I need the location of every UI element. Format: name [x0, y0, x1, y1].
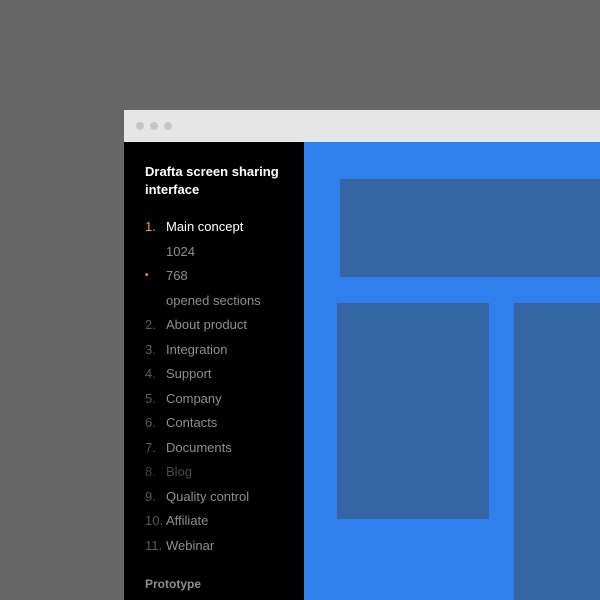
nav-item-label: Webinar [166, 537, 215, 553]
browser-window: Drafta screen sharing interface 1. Main … [124, 110, 600, 600]
nav-item-label: Quality control [166, 488, 250, 504]
nav-item-number: 1. [145, 219, 156, 234]
nav-subitem-768[interactable]: • 768 [145, 267, 300, 292]
nav-item-number: 10. [145, 513, 164, 528]
nav-item-number: 8. [145, 464, 156, 479]
prototype-section-heading: Prototype [145, 577, 202, 591]
nav-item-company[interactable]: 5. Company [145, 390, 300, 415]
nav-item-label: Documents [166, 439, 232, 455]
nav-item-number: 7. [145, 439, 156, 455]
nav-item-label: Support [166, 366, 212, 381]
nav-item-label: Company [166, 390, 222, 406]
nav-item-about-product[interactable]: 2. About product [145, 316, 300, 341]
window-maximize-dot-icon[interactable] [164, 122, 172, 130]
sidebar-title: Drafta screen sharing interface [145, 164, 279, 197]
nav-item-label: 768 [166, 268, 188, 283]
nav-item-main-concept[interactable]: 1. Main concept [145, 218, 300, 243]
placeholder-block-right [514, 303, 600, 600]
nav-subitem-opened-sections[interactable]: opened sections [145, 292, 300, 317]
sidebar: Drafta screen sharing interface 1. Main … [124, 142, 304, 600]
placeholder-block-header [340, 179, 600, 277]
current-bullet-icon: • [145, 270, 149, 281]
nav-item-number: 2. [145, 317, 156, 332]
nav-item-quality-control[interactable]: 9. Quality control [145, 488, 300, 513]
nav-subitem-1024[interactable]: 1024 [145, 243, 300, 268]
nav-item-documents[interactable]: 7. Documents [145, 439, 300, 464]
nav-item-number: 4. [145, 366, 156, 381]
nav-item-number: 3. [145, 341, 156, 357]
nav-item-label: Integration [166, 341, 228, 357]
nav-item-label: About product [166, 317, 247, 332]
nav-item-affiliate[interactable]: 10. Affiliate [145, 512, 300, 537]
nav-item-webinar[interactable]: 11. Webinar [145, 537, 300, 562]
nav-item-number: 9. [145, 488, 156, 504]
nav-item-contacts[interactable]: 6. Contacts [145, 414, 300, 439]
window-close-dot-icon[interactable] [136, 122, 144, 130]
nav-item-number: 11. [145, 537, 163, 553]
window-titlebar [124, 110, 600, 142]
nav-item-support[interactable]: 4. Support [145, 365, 300, 390]
sidebar-nav: 1. Main concept 1024 • 768 opened sectio… [145, 218, 300, 561]
nav-item-number: 5. [145, 390, 156, 406]
nav-item-label: Blog [166, 464, 193, 479]
preview-canvas [304, 142, 600, 600]
nav-item-integration[interactable]: 3. Integration [145, 341, 300, 366]
window-minimize-dot-icon[interactable] [150, 122, 158, 130]
nav-item-label: Affiliate [166, 513, 209, 528]
nav-item-label: Contacts [166, 415, 218, 430]
nav-item-blog[interactable]: 8. Blog [145, 463, 300, 488]
nav-item-label: Main concept [166, 219, 244, 234]
nav-item-label: opened sections [166, 292, 261, 308]
placeholder-block-left [337, 303, 489, 519]
nav-item-label: 1024 [166, 243, 195, 259]
nav-item-number: 6. [145, 415, 156, 430]
